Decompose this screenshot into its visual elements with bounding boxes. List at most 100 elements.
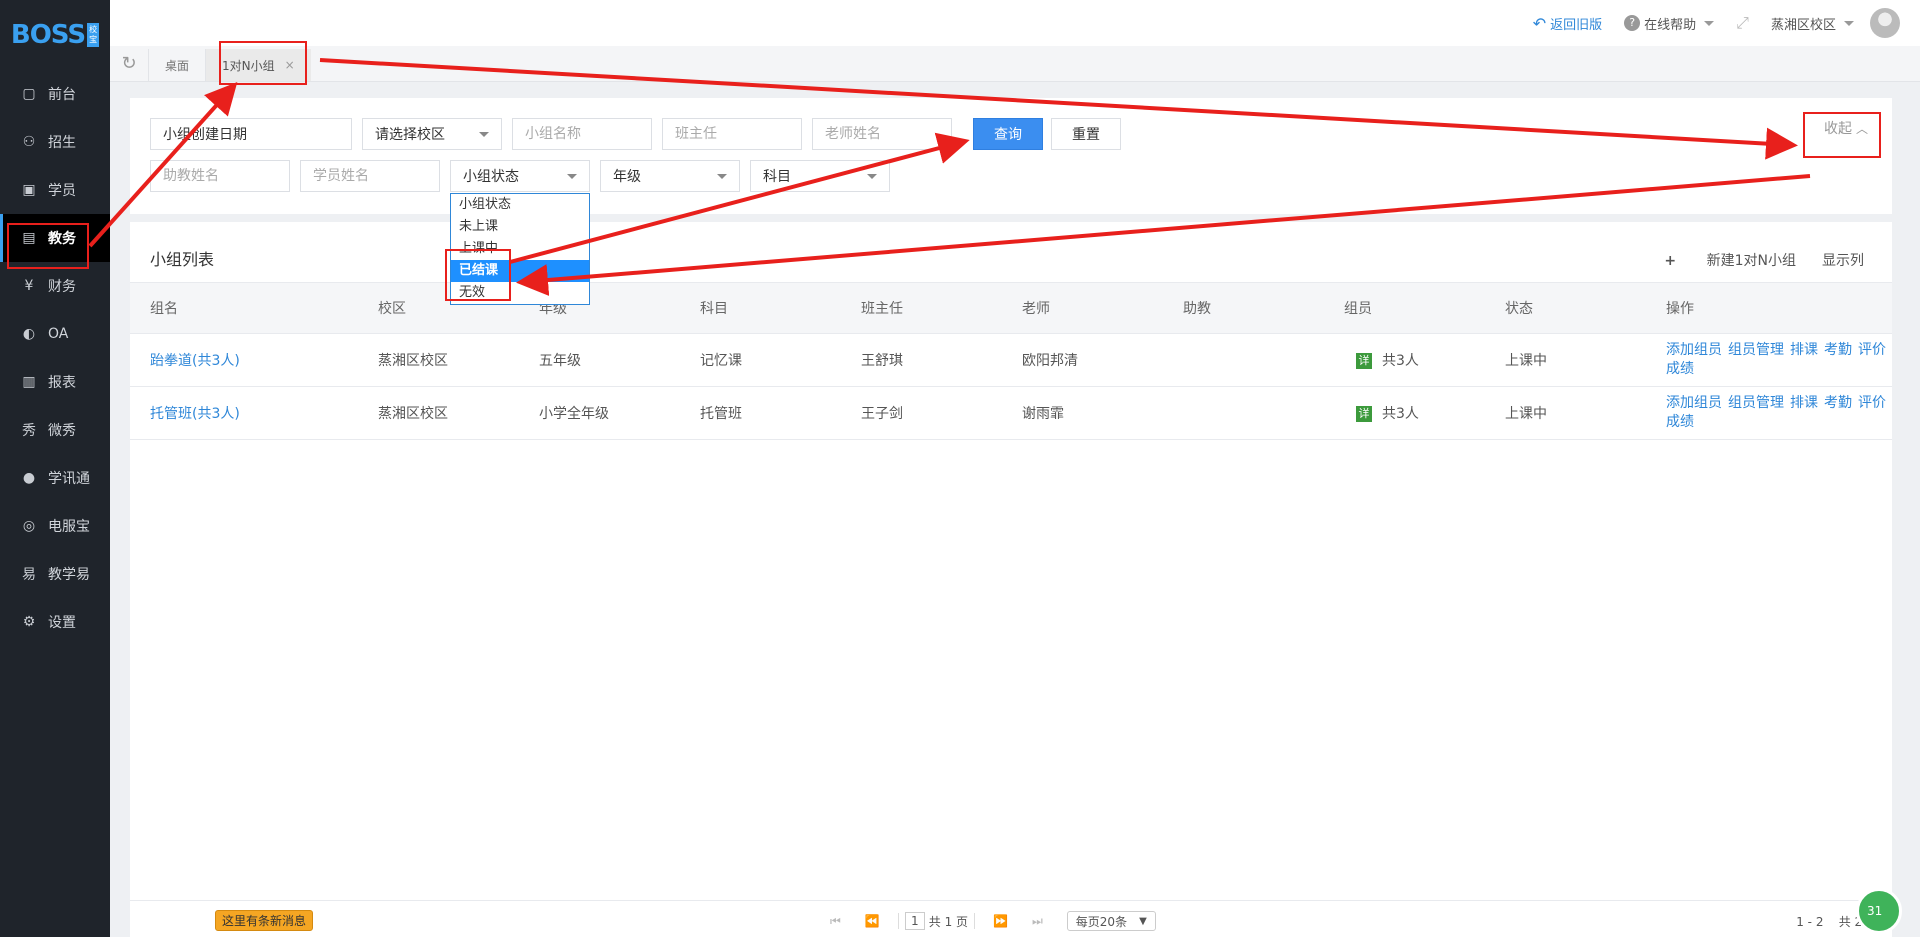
list-title: 小组列表 [150, 250, 215, 269]
bar-chart-icon: ▥ [22, 374, 36, 390]
sidebar-item-7[interactable]: 秀微秀 [0, 406, 110, 454]
detail-icon[interactable]: 详 [1356, 406, 1372, 422]
last-page-icon[interactable]: ⏭ [1032, 914, 1043, 929]
op-link-5[interactable]: 成绩 [1666, 361, 1694, 377]
group-name-field[interactable] [525, 126, 651, 142]
next-page-icon[interactable]: ⏩ [993, 914, 1008, 928]
display-columns-button[interactable]: 显示列 [1822, 250, 1864, 270]
sidebar-item-label: 微秀 [48, 423, 76, 439]
op-link-0[interactable]: 添加组员 [1666, 342, 1722, 358]
new-group-button[interactable]: + 新建1对N小组 [1664, 250, 1796, 270]
student-name-input[interactable] [300, 160, 440, 192]
sidebar-item-0[interactable]: ▢ 前台 [0, 70, 110, 118]
teacher-name-field[interactable] [825, 126, 951, 142]
sidebar-item-label: 学讯通 [48, 471, 90, 487]
sidebar-item-9[interactable]: ◎ 电服宝 [0, 502, 110, 550]
group-name-input[interactable] [512, 118, 652, 150]
detail-icon[interactable]: 详 [1356, 353, 1372, 369]
refresh-icon[interactable]: ↻ [110, 45, 148, 81]
back-to-old-version-link[interactable]: ↶ 返回旧版 [1533, 14, 1602, 33]
reset-button[interactable]: 重置 [1051, 118, 1121, 150]
cell-grade: 小学全年级 [539, 406, 609, 422]
sidebar-item-4[interactable]: ¥ 财务 [0, 262, 110, 310]
calendar-icon: ▢ [22, 86, 36, 102]
teacher-name-input[interactable] [812, 118, 952, 150]
group-status-value: 小组状态 [463, 169, 519, 185]
status-option-4[interactable]: 无效 [451, 282, 589, 304]
sidebar-item-11[interactable]: ⚙ 设置 [0, 598, 110, 646]
column-header: 科目 [700, 301, 728, 317]
cell-status: 上课中 [1505, 353, 1547, 369]
sidebar-item-label: 教务 [48, 231, 76, 247]
assistant-name-field[interactable] [163, 168, 289, 184]
first-page-icon[interactable]: ⏮ [830, 914, 841, 929]
op-link-1[interactable]: 组员管理 [1728, 342, 1784, 358]
sidebar-item-label: 报表 [48, 375, 76, 391]
assistant-name-input[interactable] [150, 160, 290, 192]
grade-value: 年级 [613, 169, 641, 185]
fullscreen-button[interactable]: ⤢ [1736, 13, 1749, 33]
sidebar-item-10[interactable]: 易教学易 [0, 550, 110, 598]
status-option-0[interactable]: 小组状态 [451, 194, 589, 216]
cell-grade: 五年级 [539, 353, 581, 369]
group-name-link[interactable]: 托管班(共3人) [130, 403, 358, 423]
avatar[interactable] [1870, 8, 1900, 38]
range-value: 1 - 2 [1796, 915, 1824, 929]
subject-select[interactable]: 科目 [750, 160, 890, 192]
chevron-up-icon: ︿ [1855, 121, 1868, 136]
pagination-controls: ⏮ ⏪ 1 共 1 页 ⏩ ⏭ 每页20条 ▼ [818, 911, 1156, 931]
status-option-2[interactable]: 上课中 [451, 238, 589, 260]
sidebar-nav: ▢ 前台 ⚇ 招生 ▣ 学员 ▤ 教务 ¥ 财务 ◐ OA ▥ 报表秀微秀 ● 学讯通 ◎ 电服宝易教学易 ⚙ 设置 [0, 70, 110, 646]
chevron-down-icon [479, 132, 489, 137]
op-link-4[interactable]: 评价 [1858, 342, 1886, 358]
status-option-3[interactable]: 已结课 [451, 260, 589, 282]
page-size-value: 每页20条 [1075, 914, 1128, 929]
sidebar-item-1[interactable]: ⚇ 招生 [0, 118, 110, 166]
create-date-field[interactable]: 小组创建日期 [150, 118, 352, 150]
cell-campus: 蒸湘区校区 [378, 406, 448, 422]
query-button[interactable]: 查询 [973, 118, 1043, 150]
tab-desktop[interactable]: 桌面 [148, 49, 205, 81]
table-row: 跆拳道(共3人) 蒸湘区校区 五年级 记忆课 王舒琪 欧阳邦清 详共3人 上课中 添加组员 组员管… [130, 334, 1892, 387]
campus-switcher[interactable]: 蒸湘区校区 [1771, 14, 1854, 33]
sidebar-item-label: 电服宝 [48, 519, 90, 535]
sidebar-item-8[interactable]: ● 学讯通 [0, 454, 110, 502]
close-icon[interactable]: × [285, 58, 295, 72]
column-header: 状态 [1505, 301, 1533, 317]
group-name-link[interactable]: 跆拳道(共3人) [130, 350, 358, 370]
prev-page-icon[interactable]: ⏪ [865, 914, 880, 928]
op-link-0[interactable]: 添加组员 [1666, 395, 1722, 411]
collapse-button[interactable]: 收起 ︿ [1824, 118, 1868, 138]
op-link-5[interactable]: 成绩 [1666, 414, 1694, 430]
chevron-down-icon [867, 174, 877, 179]
group-status-dropdown: 小组状态 未上课 上课中 已结课 无效 [450, 193, 590, 305]
sidebar-item-5[interactable]: ◐ OA [0, 310, 110, 358]
student-name-field[interactable] [313, 168, 439, 184]
page-size-select[interactable]: 每页20条 ▼ [1066, 911, 1156, 931]
sidebar-item-3[interactable]: ▤ 教务 [0, 214, 110, 262]
head-teacher-input[interactable] [662, 118, 802, 150]
page-number-input[interactable]: 1 [904, 912, 925, 930]
float-notification-badge[interactable]: 31 [1856, 888, 1902, 934]
status-option-1[interactable]: 未上课 [451, 216, 589, 238]
campus-select[interactable]: 请选择校区 [362, 118, 502, 150]
group-list-card: 小组列表 + 新建1对N小组 显示列 组名 校区 年级 科目 班主任 老师 助教 组员 状态 操作… [130, 222, 1902, 937]
sidebar-item-6[interactable]: ▥ 报表 [0, 358, 110, 406]
sidebar-item-label: 设置 [48, 615, 76, 631]
op-link-2[interactable]: 排课 [1790, 342, 1818, 358]
sidebar-item-2[interactable]: ▣ 学员 [0, 166, 110, 214]
op-link-2[interactable]: 排课 [1790, 395, 1818, 411]
logo[interactable]: BOSS 校宝 [0, 0, 110, 70]
tab-1-to-n-group[interactable]: 1对N小组 × [205, 49, 311, 81]
op-link-4[interactable]: 评价 [1858, 395, 1886, 411]
column-header: 组员 [1344, 301, 1372, 317]
cell-head-teacher: 王子剑 [861, 406, 903, 422]
op-link-3[interactable]: 考勤 [1824, 395, 1852, 411]
online-help-menu[interactable]: ? 在线帮助 [1624, 14, 1715, 33]
member-count: 共3人 [1382, 353, 1419, 369]
grade-select[interactable]: 年级 [600, 160, 740, 192]
head-teacher-field[interactable] [675, 126, 801, 142]
op-link-3[interactable]: 考勤 [1824, 342, 1852, 358]
group-status-select[interactable]: 小组状态 [450, 160, 590, 192]
op-link-1[interactable]: 组员管理 [1728, 395, 1784, 411]
